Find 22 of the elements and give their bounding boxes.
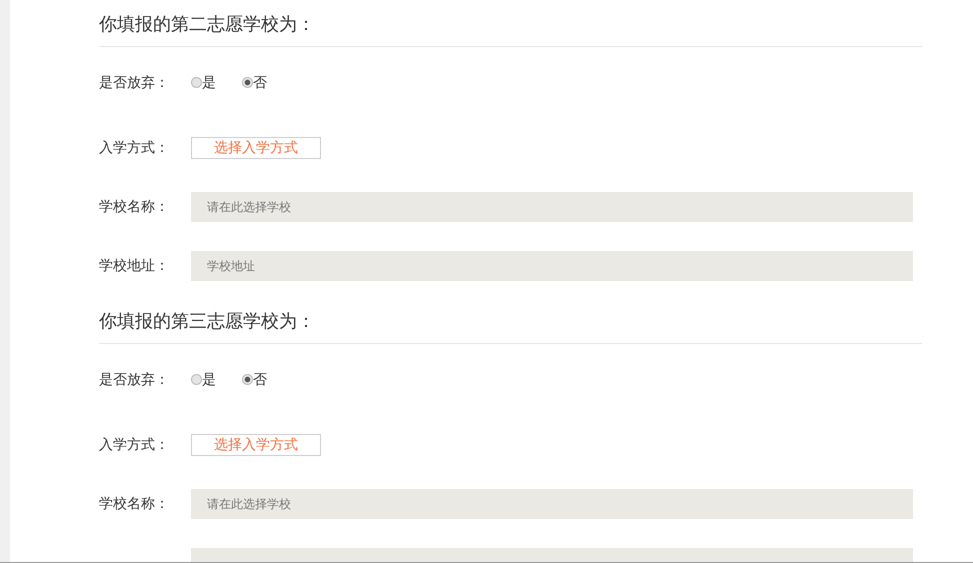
- radio-label: 是: [202, 74, 216, 92]
- radio-button[interactable]: [242, 77, 253, 88]
- select-button[interactable]: 选择入学方式: [191, 434, 321, 456]
- radio-button[interactable]: [242, 374, 253, 385]
- field-label: 学校名称：: [99, 494, 170, 512]
- field-label: 学校名称：: [99, 198, 170, 216]
- radio-label: 是: [202, 370, 216, 388]
- radio-label: 否: [253, 74, 267, 92]
- input-field[interactable]: 学校地址: [191, 250, 913, 280]
- field-label: 是否放弃：: [99, 74, 170, 92]
- input-field[interactable]: 请在此选择学校: [191, 488, 913, 518]
- section-heading: 你填报的第二志愿学校为：: [99, 12, 922, 47]
- section-heading: 你填报的第三志愿学校为：: [99, 309, 922, 344]
- radio-label: 否: [253, 370, 267, 388]
- field-label: 入学方式：: [99, 436, 170, 454]
- radio-button[interactable]: [191, 374, 202, 385]
- radio-button[interactable]: [191, 77, 202, 88]
- field-label: 入学方式：: [99, 138, 170, 156]
- field-label: 是否放弃：: [99, 370, 170, 388]
- field-label: 学校地址：: [99, 256, 170, 274]
- select-button[interactable]: 选择入学方式: [191, 136, 321, 158]
- input-field[interactable]: 请在此选择学校: [191, 192, 913, 222]
